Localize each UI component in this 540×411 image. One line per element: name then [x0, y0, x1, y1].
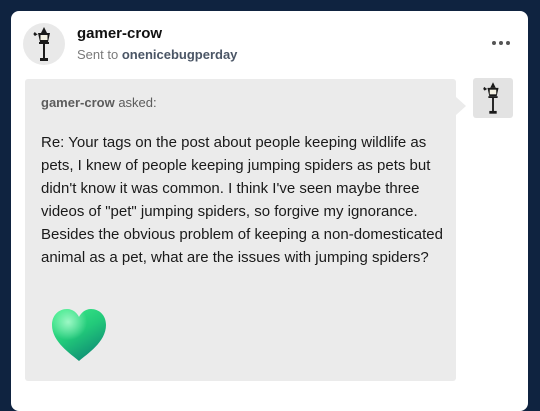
asker-line: gamer-crow asked:	[41, 95, 157, 110]
post-card: gamer-crow Sent to onenicebugperday game…	[11, 11, 528, 411]
ask-bubble: gamer-crow asked: Re: Your tags on the p…	[25, 79, 456, 381]
street-lamp-icon	[483, 82, 499, 114]
more-options-dot	[506, 41, 510, 45]
more-options-dot	[499, 41, 503, 45]
sent-to-line: Sent to onenicebugperday	[77, 47, 237, 62]
blog-name[interactable]: gamer-crow	[77, 25, 162, 42]
more-options-button[interactable]	[489, 33, 513, 53]
recipient-blog-link[interactable]: onenicebugperday	[122, 47, 238, 62]
blog-avatar[interactable]	[23, 23, 65, 65]
green-heart-icon	[52, 309, 106, 361]
post-header: gamer-crow Sent to onenicebugperday	[23, 23, 513, 69]
ask-bubble-pointer	[456, 97, 466, 115]
asked-label: asked:	[118, 95, 157, 110]
ask-question-text: Re: Your tags on the post about people k…	[41, 134, 443, 266]
street-lamp-icon	[33, 27, 50, 61]
sent-to-label: Sent to	[77, 47, 119, 62]
asker-name-link[interactable]: gamer-crow	[41, 95, 115, 110]
more-options-icon	[492, 41, 496, 45]
asker-avatar[interactable]	[473, 78, 513, 118]
